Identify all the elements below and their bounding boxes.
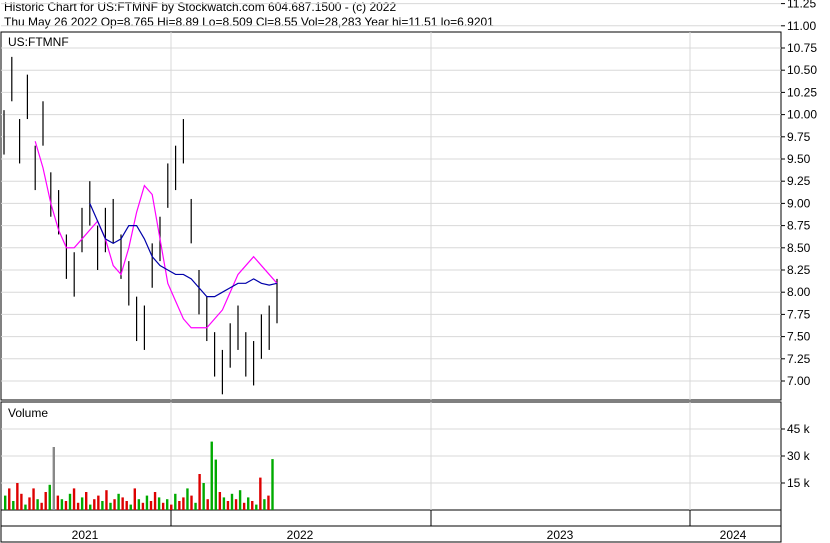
volume-bar xyxy=(133,488,136,510)
volume-bar xyxy=(125,501,128,510)
volume-bar xyxy=(20,493,23,510)
price-tick-label: 7.75 xyxy=(787,307,811,321)
volume-bar xyxy=(16,483,19,510)
price-tick-label: 8.50 xyxy=(787,241,811,255)
price-y-axis: 11.5011.2511.0010.7510.5010.2510.009.759… xyxy=(781,0,817,388)
year-label: 2021 xyxy=(72,528,99,542)
volume-bar xyxy=(182,497,185,510)
volume-bar xyxy=(190,495,193,510)
volume-bar xyxy=(64,501,68,510)
volume-bar xyxy=(214,459,217,510)
volume-bar xyxy=(267,495,270,510)
price-tick-label: 8.00 xyxy=(787,285,811,299)
volume-bar xyxy=(149,501,153,510)
volume-bar xyxy=(28,497,31,510)
volume-bar xyxy=(80,497,84,510)
volume-bar xyxy=(242,502,246,510)
volume-bar xyxy=(161,502,165,510)
volume-label: Volume xyxy=(8,406,48,420)
price-tick-label: 7.25 xyxy=(787,352,811,366)
volume-tick-label: 45 k xyxy=(787,422,811,436)
volume-bar xyxy=(36,499,39,510)
price-tick-label: 9.75 xyxy=(787,130,811,144)
volume-bar xyxy=(105,490,108,510)
price-tick-label: 11.25 xyxy=(787,0,816,11)
volume-bar xyxy=(170,504,173,510)
volume-bar xyxy=(238,490,242,510)
price-tick-label: 10.50 xyxy=(787,63,817,77)
volume-bar xyxy=(234,499,238,510)
volume-bar xyxy=(194,502,197,510)
year-label: 2022 xyxy=(287,528,314,542)
price-tick-label: 7.00 xyxy=(787,374,811,388)
volume-bar xyxy=(137,499,141,510)
volume-bar xyxy=(52,447,55,510)
volume-bar xyxy=(93,499,96,510)
volume-bar xyxy=(32,488,35,510)
volume-bar xyxy=(68,493,72,510)
volume-bar xyxy=(56,495,60,510)
stock-chart: 11.5011.2511.0010.7510.5010.2510.009.759… xyxy=(0,0,817,543)
volume-bar xyxy=(153,492,157,510)
volume-y-axis: 45 k 30 k 15 k xyxy=(781,422,811,490)
volume-bar xyxy=(76,502,80,510)
volume-bar xyxy=(24,504,27,510)
volume-bar xyxy=(72,488,76,510)
volume-bar xyxy=(97,495,100,510)
volume-bar xyxy=(113,499,116,510)
volume-bar xyxy=(48,484,51,510)
volume-bar xyxy=(263,499,266,510)
volume-bar xyxy=(178,501,181,510)
volume-bar xyxy=(230,493,234,510)
price-tick-label: 10.00 xyxy=(787,108,817,122)
volume-bar xyxy=(89,504,92,510)
year-label: 2023 xyxy=(547,528,574,542)
volume-bar xyxy=(109,502,112,510)
volume-bar xyxy=(121,497,124,510)
price-tick-label: 8.75 xyxy=(787,219,811,233)
volume-bar xyxy=(12,501,15,510)
price-tick-label: 9.00 xyxy=(787,196,811,210)
price-tick-label: 8.25 xyxy=(787,263,811,277)
volume-tick-label: 30 k xyxy=(787,449,811,463)
volume-bar xyxy=(157,497,161,510)
volume-bar xyxy=(226,501,230,510)
volume-bar xyxy=(218,492,222,510)
volume-bar xyxy=(271,459,274,510)
volume-bar xyxy=(117,493,120,510)
volume-bar xyxy=(44,492,47,510)
price-panel xyxy=(0,31,782,401)
price-tick-label: 9.50 xyxy=(787,152,811,166)
volume-bar xyxy=(186,488,189,510)
volume-bar xyxy=(85,492,88,510)
volume-bar xyxy=(222,497,226,510)
volume-bar xyxy=(141,502,145,510)
volume-bar xyxy=(206,499,209,510)
price-tick-label: 10.25 xyxy=(787,85,817,99)
price-tick-label: 7.50 xyxy=(787,330,811,344)
volume-bar xyxy=(60,499,64,510)
volume-bar xyxy=(255,504,258,510)
volume-bar xyxy=(251,501,254,510)
volume-bar xyxy=(4,495,7,510)
volume-bar xyxy=(129,504,132,510)
volume-bar xyxy=(210,441,213,510)
volume-bar xyxy=(145,495,149,510)
price-tick-label: 10.75 xyxy=(787,41,817,55)
price-tick-label: 9.25 xyxy=(787,174,811,188)
price-tick-label: 11.00 xyxy=(787,19,816,33)
year-label: 2024 xyxy=(720,528,747,542)
volume-bar xyxy=(8,488,11,510)
volume-bar xyxy=(166,499,169,510)
volume-bar xyxy=(198,474,201,510)
volume-bar xyxy=(101,501,104,510)
volume-bar xyxy=(40,502,43,510)
volume-bar xyxy=(259,477,262,510)
volume-bar xyxy=(247,497,250,510)
volume-tick-label: 15 k xyxy=(787,476,811,490)
volume-bar xyxy=(202,483,205,510)
volume-bar xyxy=(174,493,177,510)
symbol-label: US:FTMNF xyxy=(8,35,69,49)
